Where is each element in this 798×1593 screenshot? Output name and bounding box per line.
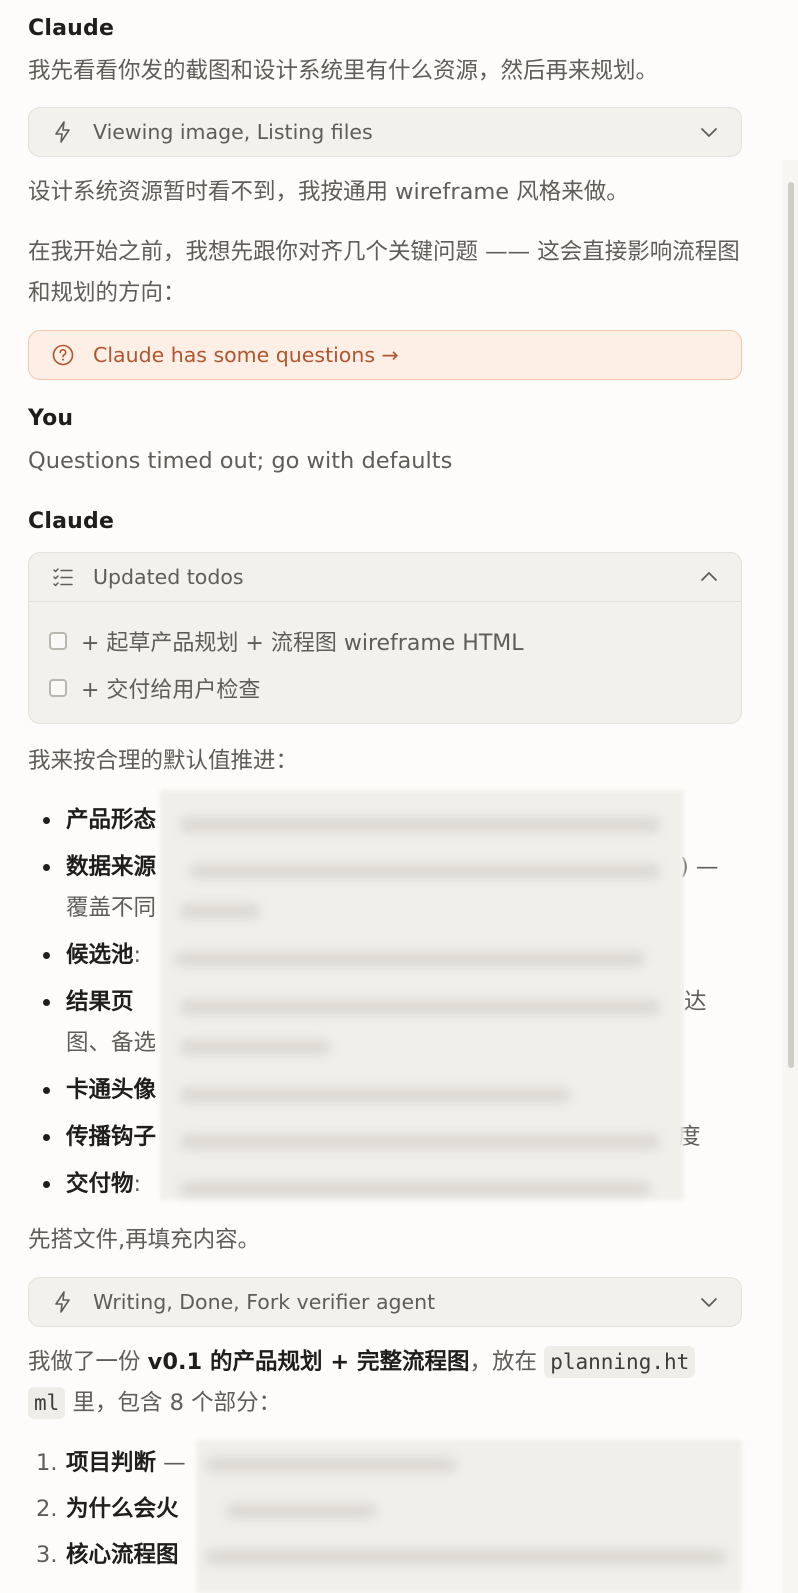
list-item-label: 候选池: [66, 942, 134, 968]
lightning-icon: [55, 1291, 70, 1313]
message-text: Questions timed out; go with defaults: [28, 448, 453, 474]
inline-code-filename: ml: [28, 1387, 66, 1419]
list-item-text: :: [133, 1171, 142, 1197]
todo-item-label: + 起草产品规划 + 流程图 wireframe HTML: [81, 630, 524, 656]
list-item-label: 数据来源: [66, 854, 157, 880]
message-text: 我先看看你发的截图和设计系统里有什么资源，然后再来规划。: [28, 58, 659, 84]
summary-text: 里，包含 8 个部分：: [65, 1390, 282, 1416]
list-number: 2.: [36, 1496, 58, 1522]
message-text: 我做了一份 v0.1 的产品规划 + 完整流程图，放在 planning.ht m…: [28, 1342, 742, 1424]
tool-call-summary[interactable]: Viewing image, Listing files: [28, 107, 742, 157]
questions-button[interactable]: Claude has some questions →: [28, 330, 742, 380]
message-text: 我来按合理的默认值推进：: [28, 748, 299, 774]
message-text: 先搭文件,再填充内容。: [28, 1227, 261, 1253]
list-number: 1.: [36, 1450, 58, 1476]
list-item-label: 为什么会火: [66, 1496, 179, 1522]
list-item-text: 达: [684, 989, 707, 1015]
todo-item-label: + 交付给用户检查: [81, 677, 261, 703]
speaker-name: Claude: [28, 509, 115, 534]
summary-text: 我做了一份: [28, 1349, 148, 1375]
todo-card-header[interactable]: Updated todos: [29, 553, 741, 602]
todo-item[interactable]: + 起草产品规划 + 流程图 wireframe HTML: [29, 617, 741, 664]
todo-checkbox[interactable]: [49, 631, 67, 650]
questions-label: Claude has some questions →: [93, 343, 399, 367]
checklist-icon: [53, 568, 73, 587]
chevron-down-icon[interactable]: [699, 1292, 719, 1312]
chevron-up-icon[interactable]: [699, 567, 719, 587]
list-item-label: 产品形态: [66, 807, 157, 833]
summary-bold: v0.1 的产品规划 + 完整流程图: [147, 1349, 470, 1375]
list-item-label: 核心流程图: [66, 1542, 179, 1568]
speaker-name: You: [28, 406, 74, 431]
lightning-icon: [55, 121, 70, 143]
message-text: 在我开始之前，我想先跟你对齐几个关键问题 —— 这会直接影响流程图和规划的方向：: [28, 239, 740, 306]
list-item-text: —: [156, 1450, 186, 1476]
message-text: 设计系统资源暂时看不到，我按通用 wireframe 风格来做。: [28, 179, 629, 205]
tool-call-label: Writing, Done, Fork verifier agent: [93, 1290, 436, 1314]
chevron-down-icon[interactable]: [699, 122, 719, 142]
todo-card-title: Updated todos: [93, 565, 244, 589]
list-item-label: 卡通头像: [66, 1077, 157, 1103]
list-item-label: 结果页: [66, 989, 134, 1015]
todo-checkbox[interactable]: [49, 678, 67, 697]
list-item-text: ) —: [680, 854, 719, 880]
redacted-region: [196, 1440, 742, 1593]
list-number: 3.: [36, 1542, 58, 1568]
tool-call-summary[interactable]: Writing, Done, Fork verifier agent: [28, 1277, 742, 1327]
inline-code-filename: planning.ht: [544, 1346, 696, 1378]
speaker-name: Claude: [28, 16, 115, 41]
list-item-label: 交付物: [66, 1171, 134, 1197]
scrollbar-thumb[interactable]: [788, 182, 794, 1068]
summary-text: ，放在: [469, 1349, 545, 1375]
todo-card: Updated todos + 起草产品规划 + 流程图 wireframe H…: [28, 552, 742, 724]
list-item-text: :: [133, 942, 142, 968]
redacted-region: [160, 790, 684, 1200]
list-item-text: 图、备选: [66, 1030, 157, 1056]
question-circle-icon: [52, 344, 74, 366]
list-item-label: 项目判断: [66, 1450, 157, 1476]
todo-item[interactable]: + 交付给用户检查: [29, 664, 741, 711]
list-item-text: 覆盖不同: [66, 895, 157, 921]
tool-call-label: Viewing image, Listing files: [93, 120, 373, 144]
list-item-label: 传播钩子: [66, 1124, 157, 1150]
